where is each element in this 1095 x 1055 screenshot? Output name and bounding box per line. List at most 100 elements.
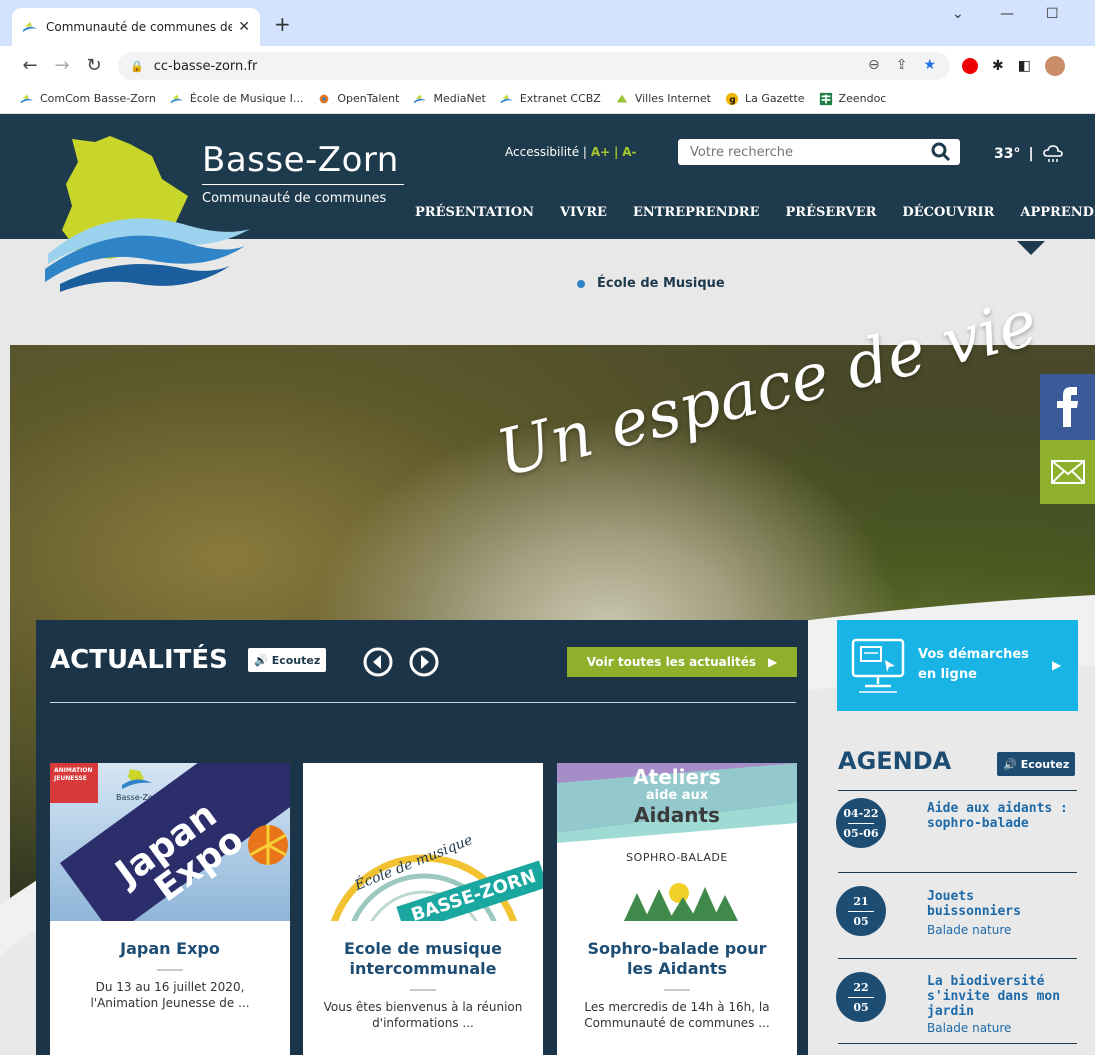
news-divider [50, 702, 796, 703]
lock-icon: 🔒 [130, 59, 144, 73]
svg-text:g: g [729, 95, 735, 105]
share-icon[interactable]: ⇪ [896, 57, 908, 73]
nav-item-decouvrir[interactable]: DÉCOUVRIR [902, 205, 994, 220]
event-title[interactable]: La biodiversité s'invite dans mon jardin [927, 974, 1077, 1019]
aidants-title: Aidants [634, 803, 720, 827]
news-title: ACTUALITÉS [50, 645, 228, 675]
maximize-icon[interactable]: ☐ [1046, 6, 1059, 22]
event-date-end: 05-06 [843, 826, 879, 840]
event-date-badge: 22 05 [836, 972, 886, 1022]
online-procedures-line1: Vos démarches [918, 647, 1029, 662]
view-all-label: Voir toutes les actualités [586, 655, 756, 669]
nav-item-apprendre[interactable]: APPRENDRE [1020, 205, 1095, 220]
search-input[interactable] [690, 144, 920, 160]
tab-title: Communauté de communes de B [46, 20, 233, 34]
nav-item-presentation[interactable]: PRÉSENTATION [415, 205, 534, 220]
minimize-icon[interactable]: — [1000, 6, 1014, 22]
bookmark-item[interactable]: ComCom Basse-Zorn [20, 92, 156, 106]
card-separator [157, 969, 183, 971]
bookmark-item[interactable]: Villes Internet [615, 92, 711, 106]
back-icon[interactable]: ← [14, 55, 46, 76]
listen-button[interactable]: 🔊 Ecoutez [248, 648, 327, 672]
font-decrease-button[interactable]: A- [622, 145, 636, 159]
ateliers-title: Ateliers [633, 765, 721, 789]
extensions-puzzle-icon[interactable]: ✱ [992, 58, 1004, 74]
tab-close-icon[interactable]: ✕ [238, 19, 250, 35]
site-favicon-icon [23, 22, 37, 32]
play-arrow-icon: ▶ [1052, 658, 1062, 672]
bookmark-item[interactable]: OpenTalent [317, 92, 399, 106]
card-separator [664, 989, 690, 991]
event-date-start: 22 [853, 980, 869, 994]
event-date-start: 21 [853, 894, 869, 908]
forest-sun-icon [623, 883, 738, 921]
event-title[interactable]: Aide aux aidants : sophro-balade [927, 801, 1077, 831]
reload-icon[interactable]: ↻ [78, 55, 110, 76]
brand-subtitle: Communauté de communes [202, 191, 387, 206]
tab-search-chevron-icon[interactable]: ⌄ [952, 6, 964, 22]
news-card[interactable]: Ateliers aide aux Aidants SOPHRO-BALADE … [557, 763, 797, 1055]
event-title[interactable]: Jouets buissonniers [927, 889, 1047, 919]
bookmark-item[interactable]: Zeendoc [819, 92, 886, 106]
site-search-box [678, 139, 960, 165]
font-increase-button[interactable]: A+ [591, 145, 610, 159]
weather-separator: | [1028, 146, 1034, 162]
agenda-divider [838, 872, 1077, 873]
computer-form-icon [851, 638, 905, 693]
new-tab-icon[interactable]: + [274, 12, 291, 36]
listen-label: Ecoutez [271, 653, 321, 667]
previous-arrow-icon[interactable] [363, 647, 393, 677]
browser-tab-bar: Communauté de communes de B ✕ + ⌄ — ☐ [0, 0, 1095, 46]
url-text: cc-basse-zorn.fr [153, 58, 258, 74]
profile-avatar[interactable] [1044, 56, 1065, 76]
side-panel-icon[interactable]: ◧ [1018, 58, 1031, 74]
bookmark-item[interactable]: MediaNet [413, 92, 486, 106]
forward-icon[interactable]: → [46, 55, 78, 76]
card-title[interactable]: Sophro-balade pour les Aidants [557, 939, 797, 979]
browser-toolbar: ← → ↻ 🔒 cc-basse-zorn.fr ⊖ ⇪ ★ [0, 46, 1095, 84]
bookmark-item[interactable]: École de Musique I... [170, 92, 303, 106]
bookmark-star-icon[interactable]: ★ [923, 57, 936, 73]
card-title[interactable]: Ecole de musique intercommunale [303, 939, 543, 979]
bookmark-item[interactable]: Extranet CCBZ [500, 92, 601, 106]
animation-jeunesse-badge: ANIMATION JEUNESSE [50, 763, 98, 803]
next-arrow-icon[interactable] [409, 647, 439, 677]
agenda-divider [838, 790, 1077, 791]
la-gazette-icon: g [725, 92, 739, 105]
facebook-button[interactable] [1040, 374, 1095, 440]
newsletter-button[interactable] [1040, 440, 1095, 504]
speaker-icon: 🔊 [1003, 757, 1017, 771]
breadcrumb: École de Musique [577, 276, 725, 291]
view-all-news-button[interactable]: Voir toutes les actualités ▶ [567, 647, 797, 677]
zeendoc-icon [819, 92, 832, 105]
card-title[interactable]: Japan Expo [50, 939, 290, 959]
nav-item-vivre[interactable]: VIVRE [560, 205, 607, 220]
opentalent-icon [319, 94, 329, 103]
card-image: ANIMATION JEUNESSE Basse-Zorn Japan Expo [50, 763, 290, 921]
address-bar[interactable]: 🔒 cc-basse-zorn.fr ⊖ ⇪ ★ [118, 52, 950, 80]
temperature: 33° [994, 146, 1021, 162]
brand-divider [202, 184, 404, 185]
listen-button[interactable]: 🔊 Ecoutez [997, 752, 1076, 776]
card-excerpt: Vous êtes bienvenus à la réunion d'infor… [323, 1000, 523, 1030]
news-card[interactable]: ANIMATION JEUNESSE Basse-Zorn Japan Expo … [50, 763, 290, 1055]
agenda-title: AGENDA [838, 747, 952, 775]
event-date-badge: 21 05 [836, 886, 886, 936]
news-card[interactable]: École de musique BASSE-ZORN Ecole de mus… [303, 763, 543, 1055]
agenda-divider [838, 958, 1077, 959]
nav-item-preserver[interactable]: PRÉSERVER [785, 205, 876, 220]
agenda-divider [838, 1043, 1077, 1044]
zoom-icon[interactable]: ⊖ [868, 57, 880, 73]
breadcrumb-current[interactable]: École de Musique [597, 276, 725, 291]
mail-icon [1050, 460, 1085, 484]
font-size-separator: | [613, 145, 619, 159]
basse-zorn-logo-icon [122, 769, 152, 789]
bookmark-item[interactable]: g La Gazette [725, 92, 805, 106]
search-icon[interactable] [930, 141, 952, 163]
opera-extension-icon[interactable] [962, 58, 978, 74]
active-nav-indicator [1017, 241, 1045, 255]
brand-title[interactable]: Basse-Zorn [202, 140, 399, 180]
browser-tab[interactable]: Communauté de communes de B ✕ [12, 8, 260, 46]
online-procedures-line2: en ligne [918, 667, 977, 682]
nav-item-entreprendre[interactable]: ENTREPRENDRE [633, 205, 760, 220]
